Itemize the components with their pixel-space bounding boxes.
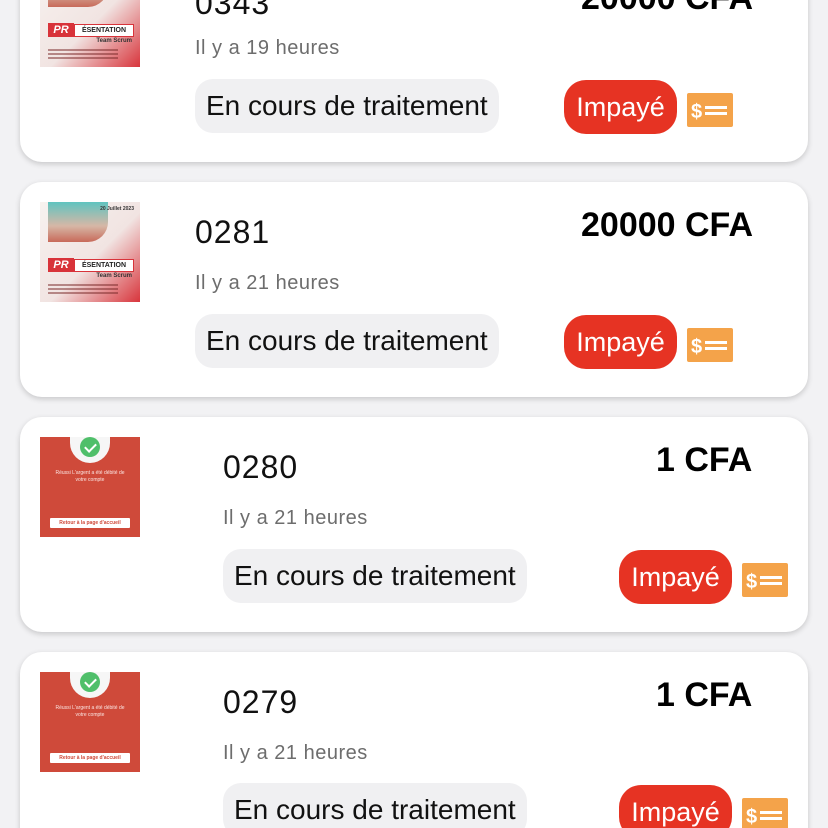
poster-lines [48, 284, 118, 286]
order-id: 0281 [195, 214, 271, 250]
order-amount: 20000 CFA [581, 0, 753, 18]
svg-text:$: $ [746, 806, 757, 828]
orders-list: 20 Juillet 2023 PR ÉSENTATION Team Scrum… [0, 0, 828, 828]
success-message: Réussi L'argent a été débité de votre co… [55, 470, 125, 483]
svg-text:$: $ [746, 571, 757, 593]
unpaid-button[interactable]: Impayé [619, 550, 732, 604]
cash-icon: $ [742, 798, 788, 828]
poster-esentation: ÉSENTATION [74, 24, 134, 37]
order-card[interactable]: 20 Juillet 2023 PR ÉSENTATION Team Scrum… [20, 0, 808, 162]
success-message: Réussi L'argent a été débité de votre co… [55, 705, 125, 718]
order-time: Il y a 21 heures [223, 507, 368, 529]
poster-esentation: ÉSENTATION [74, 259, 134, 272]
poster-date: 20 Juillet 2023 [100, 206, 134, 212]
order-card[interactable]: Réussi L'argent a été débité de votre co… [20, 417, 808, 632]
order-card[interactable]: 20 Juillet 2023 PR ÉSENTATION Team Scrum… [20, 182, 808, 397]
order-id: 0279 [223, 684, 299, 720]
order-thumbnail: Réussi L'argent a été débité de votre co… [40, 672, 140, 772]
order-thumbnail: 20 Juillet 2023 PR ÉSENTATION Team Scrum [40, 202, 140, 302]
unpaid-button[interactable]: Impayé [619, 785, 732, 828]
order-time: Il y a 19 heures [195, 37, 340, 59]
payment-success-image: Réussi L'argent a été débité de votre co… [40, 437, 140, 537]
poster-photo [48, 202, 108, 242]
success-return-button: Retour à la page d'accueil [50, 753, 130, 763]
order-status-chip: En cours de traitement [223, 549, 527, 603]
poster-pr: PR [48, 258, 74, 272]
presentation-poster-image: 20 Juillet 2023 PR ÉSENTATION Team Scrum [40, 202, 140, 302]
order-amount: 1 CFA [656, 441, 753, 479]
unpaid-button[interactable]: Impayé [564, 80, 677, 134]
check-icon [80, 672, 100, 692]
cash-icon: $ [687, 93, 733, 127]
cash-icon: $ [742, 563, 788, 597]
order-id: 0280 [223, 449, 299, 485]
order-amount: 1 CFA [656, 676, 753, 714]
order-id: 0343 [195, 0, 271, 21]
order-time: Il y a 21 heures [223, 742, 368, 764]
poster-team: Team Scrum [96, 38, 132, 44]
poster-lines [48, 49, 118, 51]
order-amount: 20000 CFA [581, 206, 753, 244]
poster-photo [48, 0, 108, 7]
order-status-chip: En cours de traitement [223, 783, 527, 828]
cash-icon: $ [687, 328, 733, 362]
order-thumbnail: 20 Juillet 2023 PR ÉSENTATION Team Scrum [40, 0, 140, 67]
svg-text:$: $ [691, 336, 702, 358]
order-status-chip: En cours de traitement [195, 314, 499, 368]
svg-text:$: $ [691, 101, 702, 123]
unpaid-button[interactable]: Impayé [564, 315, 677, 369]
poster-pr: PR [48, 23, 74, 37]
order-time: Il y a 21 heures [195, 272, 340, 294]
presentation-poster-image: 20 Juillet 2023 PR ÉSENTATION Team Scrum [40, 0, 140, 67]
order-status-chip: En cours de traitement [195, 79, 499, 133]
order-card[interactable]: Réussi L'argent a été débité de votre co… [20, 652, 808, 828]
poster-team: Team Scrum [96, 273, 132, 279]
payment-success-image: Réussi L'argent a été débité de votre co… [40, 672, 140, 772]
order-thumbnail: Réussi L'argent a été débité de votre co… [40, 437, 140, 537]
check-icon [80, 437, 100, 457]
success-return-button: Retour à la page d'accueil [50, 518, 130, 528]
